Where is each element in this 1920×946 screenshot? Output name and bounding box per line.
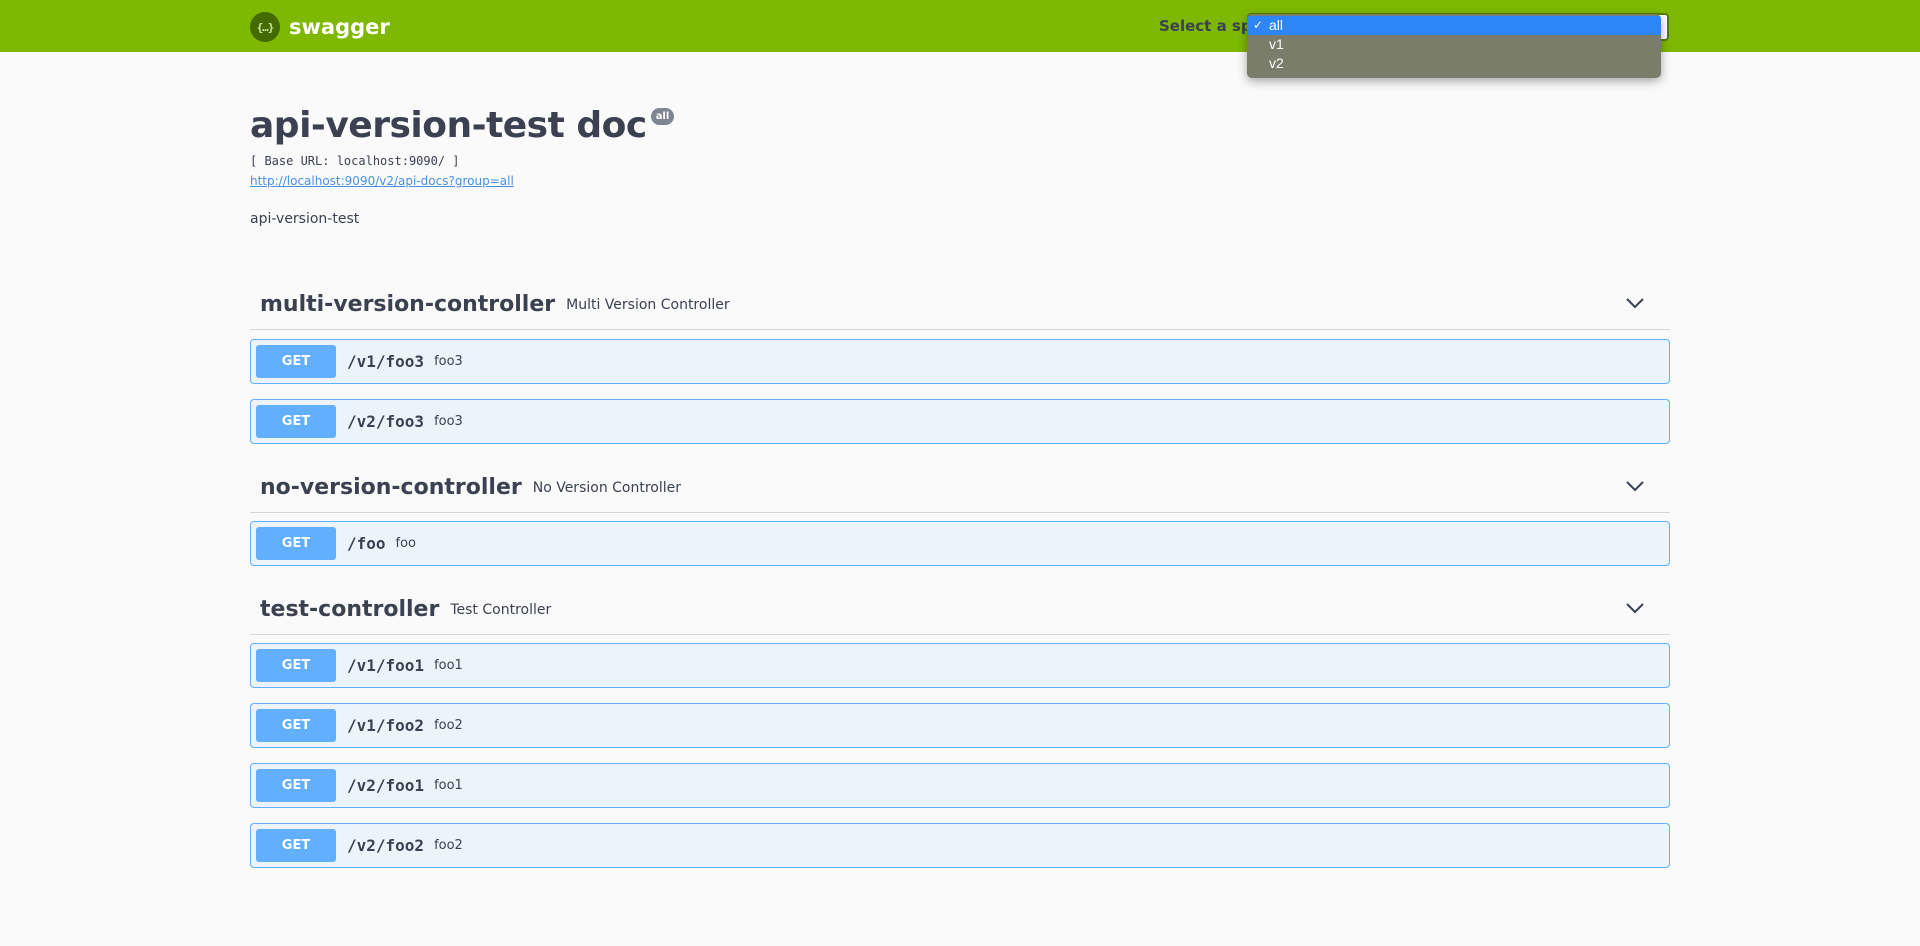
spec-dropdown-menu: ✓ all v1 v2 <box>1247 14 1661 78</box>
tag-name: test-controller <box>260 597 440 622</box>
operation-row[interactable]: GET /foo foo <box>250 521 1670 566</box>
operation-path: /v1/foo2 <box>347 716 425 735</box>
operation-path: /v2/foo1 <box>347 776 425 795</box>
method-badge: GET <box>256 709 336 742</box>
operation-summary: foo <box>395 536 417 551</box>
tag-description: Multi Version Controller <box>566 296 730 313</box>
tag-description: No Version Controller <box>532 479 682 496</box>
swagger-logo-icon: {…} <box>250 12 280 42</box>
operation-path: /v2/foo2 <box>347 836 425 855</box>
swagger-logo[interactable]: {…} swagger <box>250 12 390 42</box>
operation-row[interactable]: GET /v1/foo1 foo1 <box>250 643 1670 688</box>
api-description: api-version-test <box>250 211 360 227</box>
operation-path: /v1/foo3 <box>347 352 425 371</box>
method-badge: GET <box>256 345 336 378</box>
spec-select-label: Select a spec <box>1159 17 1249 35</box>
operation-summary: foo3 <box>434 414 463 429</box>
version-badge: all <box>650 108 675 125</box>
method-badge: GET <box>256 829 336 862</box>
tag-header-test-controller[interactable]: test-controller Test Controller <box>250 585 1670 635</box>
tag-header-no-version-controller[interactable]: no-version-controller No Version Control… <box>250 463 1670 513</box>
operation-row[interactable]: GET /v2/foo1 foo1 <box>250 763 1670 808</box>
title-row: api-version-test doc all <box>250 104 675 148</box>
operation-row[interactable]: GET /v2/foo3 foo3 <box>250 399 1670 444</box>
operation-summary: foo2 <box>434 718 463 733</box>
method-badge: GET <box>256 527 336 560</box>
operation-path: /foo <box>347 534 386 553</box>
checkmark-icon: ✓ <box>1253 18 1264 32</box>
tag-name: multi-version-controller <box>260 292 556 317</box>
base-url: [ Base URL: localhost:9090/ ] <box>250 154 460 168</box>
spec-option-v2[interactable]: v2 <box>1247 54 1661 73</box>
operation-row[interactable]: GET /v1/foo3 foo3 <box>250 339 1670 384</box>
method-badge: GET <box>256 769 336 802</box>
tag-name: no-version-controller <box>260 475 522 500</box>
operation-row[interactable]: GET /v1/foo2 foo2 <box>250 703 1670 748</box>
tag-header-multi-version-controller[interactable]: multi-version-controller Multi Version C… <box>250 280 1670 330</box>
api-docs-link[interactable]: http://localhost:9090/v2/api-docs?group=… <box>250 174 674 188</box>
operation-summary: foo2 <box>434 838 463 853</box>
spec-option-label: v2 <box>1269 55 1284 71</box>
operation-path: /v1/foo1 <box>347 656 425 675</box>
page-title: api-version-test doc <box>250 105 647 146</box>
tag-description: Test Controller <box>450 601 552 618</box>
chevron-down-icon[interactable] <box>1626 602 1644 614</box>
chevron-down-icon[interactable] <box>1626 480 1644 492</box>
logo-text: swagger <box>289 15 390 39</box>
chevron-down-icon[interactable] <box>1626 297 1644 309</box>
operation-row[interactable]: GET /v2/foo2 foo2 <box>250 823 1670 868</box>
spec-option-label: v1 <box>1269 36 1284 52</box>
info-section: api-version-test doc all [ Base URL: loc… <box>250 104 675 227</box>
method-badge: GET <box>256 405 336 438</box>
method-badge: GET <box>256 649 336 682</box>
operation-summary: foo1 <box>434 778 463 793</box>
operation-path: /v2/foo3 <box>347 412 425 431</box>
spec-option-v1[interactable]: v1 <box>1247 35 1661 54</box>
spec-option-label: all <box>1269 17 1284 33</box>
operation-summary: foo1 <box>434 658 463 673</box>
spec-option-all[interactable]: ✓ all <box>1247 16 1661 35</box>
operation-summary: foo3 <box>434 354 463 369</box>
